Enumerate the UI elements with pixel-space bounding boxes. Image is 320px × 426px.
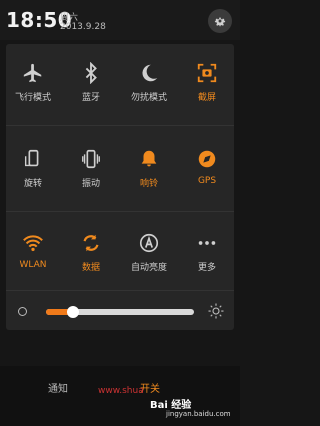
watermark-brand: Bai 经验 (150, 400, 192, 411)
divider (6, 125, 234, 126)
toggle-do-not-disturb[interactable]: 勿扰模式 (124, 58, 174, 108)
date: 2013.9.28 (60, 22, 106, 32)
brightness-slider-row (6, 294, 234, 328)
toggle-label: WLAN (19, 260, 47, 270)
toggle-label: 蓝牙 (81, 93, 100, 103)
wifi-icon (23, 235, 43, 252)
screenshot-icon (197, 63, 217, 83)
moon-icon (142, 64, 158, 82)
settings-button[interactable] (208, 9, 232, 33)
toggle-label: GPS (197, 176, 217, 186)
divider (6, 290, 234, 291)
toggle-auto-brightness[interactable]: 自动亮度 (124, 228, 174, 278)
toggle-label: 数据 (81, 263, 100, 273)
rotate-icon (24, 149, 39, 167)
bluetooth-icon (85, 62, 97, 84)
gps-icon (198, 150, 216, 168)
status-bar: 18:50 周六 2013.9.28 (0, 0, 240, 40)
more-icon (198, 241, 216, 245)
brightness-thumb[interactable] (66, 306, 79, 318)
vibrate-icon (82, 149, 100, 169)
quick-settings-panel: 飞行模式 蓝牙 勿扰模式 截屏 旋转 振动 响铃 GPS WLAN 数据 自动亮… (6, 44, 234, 330)
toggle-ring[interactable]: 响铃 (124, 144, 174, 194)
toggle-label: 振动 (81, 179, 100, 189)
toggle-vibrate[interactable]: 振动 (66, 144, 116, 194)
toggle-label: 旋转 (23, 179, 42, 189)
toggle-label: 勿扰模式 (130, 93, 167, 103)
toggle-bluetooth[interactable]: 蓝牙 (66, 58, 116, 108)
toggle-airplane[interactable]: 飞行模式 (8, 58, 58, 108)
brightness-low-icon (18, 307, 27, 316)
toggle-label: 响铃 (139, 179, 158, 189)
toggle-gps[interactable]: GPS (182, 144, 232, 194)
brightness-high-icon (208, 303, 224, 319)
divider (6, 211, 234, 212)
toggle-more[interactable]: 更多 (182, 228, 232, 278)
toggle-rotate[interactable]: 旋转 (8, 144, 58, 194)
toggle-wlan[interactable]: WLAN (8, 228, 58, 278)
toggle-data[interactable]: 数据 (66, 228, 116, 278)
toggle-label: 飞行模式 (14, 93, 51, 103)
data-icon (83, 234, 99, 252)
auto-brightness-icon (139, 233, 159, 253)
brightness-slider[interactable] (46, 306, 194, 318)
airplane-icon (23, 63, 42, 83)
bottom-tabs: 通知 开关 www.shua Bai 经验 jingyan.baidu.com (0, 366, 240, 426)
toggle-screenshot[interactable]: 截屏 (182, 58, 232, 108)
tab-notifications[interactable]: 通知 (48, 380, 68, 395)
toggle-label: 自动亮度 (130, 263, 167, 273)
toggle-label: 更多 (197, 263, 216, 273)
watermark-url: www.shua (98, 386, 144, 396)
bell-icon (141, 150, 157, 167)
watermark-site: jingyan.baidu.com (166, 410, 231, 418)
toggle-label: 截屏 (197, 93, 216, 103)
gear-icon (214, 17, 226, 27)
